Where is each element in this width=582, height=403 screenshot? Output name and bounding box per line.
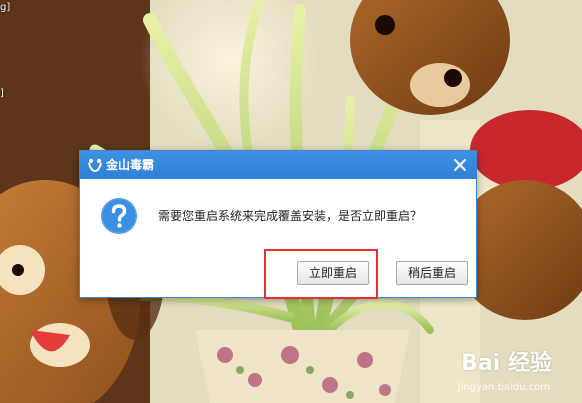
kingsoft-antivirus-logo-icon — [88, 159, 102, 173]
dialog-title: 金山毒霸 — [106, 158, 155, 172]
desktop-icon-label-fragment[interactable]: ] — [0, 88, 4, 99]
baidu-jingyan-watermark: Bai 经验 — [461, 351, 552, 376]
dialog-message: 需要您重启系统来完成覆盖安装，是否立即重启？ — [158, 209, 423, 223]
baidu-jingyan-url: jingyan.baidu.com — [457, 382, 550, 393]
desktop-icon-label-fragment[interactable]: g] — [0, 2, 10, 13]
annotation-highlight-box — [264, 249, 378, 299]
dialog-titlebar[interactable]: 金山毒霸 — [80, 151, 476, 179]
question-icon — [101, 198, 137, 234]
close-icon[interactable] — [450, 155, 470, 175]
restart-later-button[interactable]: 稍后重启 — [396, 261, 468, 285]
